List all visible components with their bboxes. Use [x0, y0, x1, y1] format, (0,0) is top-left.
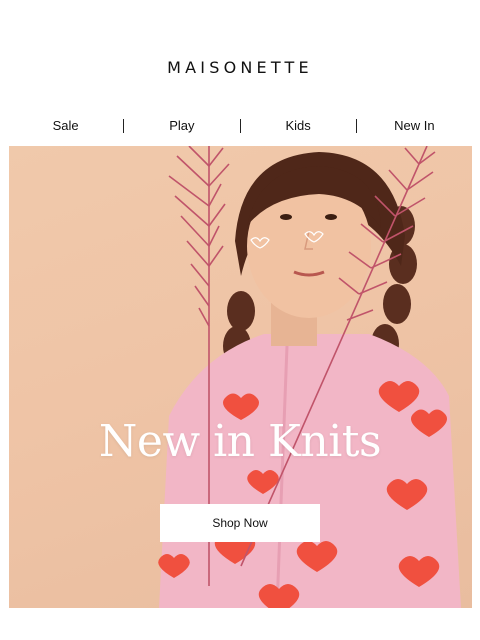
- nav-item-sale[interactable]: Sale: [8, 112, 123, 140]
- nav-item-new-in[interactable]: New In: [357, 112, 472, 140]
- shop-now-button[interactable]: Shop Now: [160, 504, 320, 542]
- main-nav: Sale Play Kids New In: [8, 112, 472, 140]
- nav-item-kids[interactable]: Kids: [241, 112, 356, 140]
- brand-logo[interactable]: MAISONETTE: [0, 58, 480, 77]
- eye-left: [280, 214, 292, 220]
- eye-right: [325, 214, 337, 220]
- hero-headline: New in Knits: [98, 416, 382, 467]
- nav-item-play[interactable]: Play: [124, 112, 239, 140]
